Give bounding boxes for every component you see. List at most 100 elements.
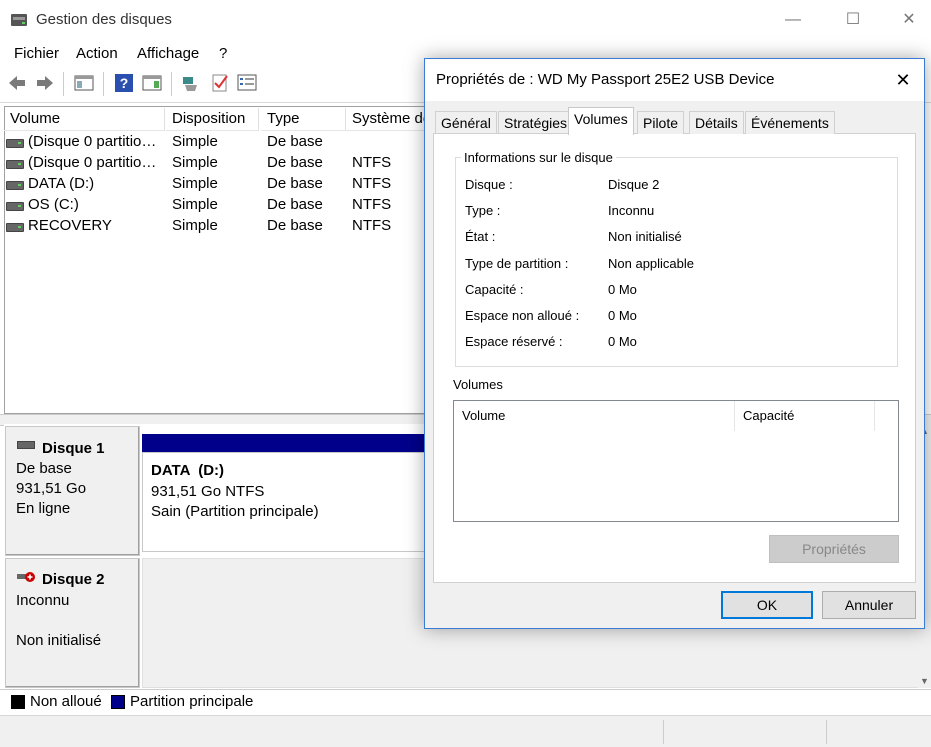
drive-icon bbox=[6, 223, 24, 232]
status-bar bbox=[0, 715, 931, 747]
partition-name: DATA (D:) bbox=[151, 462, 225, 479]
drive-icon bbox=[6, 139, 24, 148]
cell-volume: (Disque 0 partitio… bbox=[28, 154, 157, 171]
toolbar-separator bbox=[171, 72, 172, 96]
cell-filesystem: NTFS bbox=[352, 217, 392, 234]
cell-filesystem: NTFS bbox=[352, 196, 392, 213]
cell-filesystem: NTFS bbox=[352, 154, 392, 171]
prop-key-type: Type : bbox=[465, 203, 501, 218]
table-row[interactable]: (Disque 0 partitio… Simple De base NTFS bbox=[6, 154, 426, 175]
prop-value-etat: Non initialisé bbox=[608, 229, 682, 244]
volumes-header-capacity[interactable]: Capacité bbox=[735, 401, 875, 431]
menu-help[interactable]: ? bbox=[219, 45, 227, 62]
action-pane-icon[interactable] bbox=[142, 73, 162, 93]
menu-affichage[interactable]: Affichage bbox=[137, 45, 199, 62]
column-header-volume[interactable]: Volume bbox=[4, 108, 165, 131]
prop-key-etat: État : bbox=[465, 229, 496, 244]
help-icon[interactable]: ? bbox=[114, 73, 134, 93]
cell-volume: (Disque 0 partitio… bbox=[28, 133, 157, 150]
disk-1-status: En ligne bbox=[16, 500, 71, 517]
legend-swatch-unallocated bbox=[11, 695, 25, 709]
dialog-title: Propriétés de : WD My Passport 25E2 USB … bbox=[436, 71, 775, 88]
column-header-type[interactable]: Type bbox=[261, 108, 346, 131]
menu-fichier[interactable]: Fichier bbox=[14, 45, 59, 62]
check-icon[interactable] bbox=[210, 73, 230, 93]
cell-volume: RECOVERY bbox=[28, 217, 112, 234]
scroll-down-icon[interactable]: ▼ bbox=[918, 676, 931, 686]
maximize-button[interactable]: ☐ bbox=[830, 6, 876, 34]
cancel-button[interactable]: Annuler bbox=[822, 591, 916, 619]
prop-key-capacite: Capacité : bbox=[465, 282, 524, 297]
cell-volume: DATA (D:) bbox=[28, 175, 95, 192]
disk-management-icon bbox=[11, 14, 27, 26]
cell-disposition: Simple bbox=[172, 154, 218, 171]
partition-color-bar bbox=[142, 434, 426, 452]
cell-disposition: Simple bbox=[172, 175, 218, 192]
ok-button[interactable]: OK bbox=[721, 591, 813, 619]
connect-icon[interactable] bbox=[181, 73, 201, 93]
window-title: Gestion des disques bbox=[36, 11, 172, 28]
cell-disposition: Simple bbox=[172, 217, 218, 234]
disk-error-icon bbox=[17, 572, 35, 582]
minimize-button[interactable]: — bbox=[770, 6, 816, 34]
disk-2-name: Disque 2 bbox=[42, 571, 105, 588]
tab-volumes[interactable]: Volumes bbox=[568, 107, 634, 135]
prop-key-reserved: Espace réservé : bbox=[465, 334, 563, 349]
prop-value-capacite: 0 Mo bbox=[608, 282, 637, 297]
drive-icon bbox=[6, 160, 24, 169]
prop-key-unallocated: Espace non alloué : bbox=[465, 308, 580, 323]
table-row[interactable]: DATA (D:) Simple De base NTFS bbox=[6, 175, 426, 196]
prop-value-unallocated: 0 Mo bbox=[608, 308, 637, 323]
volumes-list[interactable]: Volume Capacité bbox=[453, 400, 899, 522]
forward-arrow-icon[interactable] bbox=[35, 73, 55, 93]
properties-icon[interactable] bbox=[237, 73, 257, 93]
partition-data-d[interactable]: DATA (D:) 931,51 Go NTFS Sain (Partition… bbox=[142, 452, 428, 552]
disk-1-size: 931,51 Go bbox=[16, 480, 87, 497]
table-row[interactable]: (Disque 0 partitio… Simple De base bbox=[6, 133, 426, 154]
console-tree-icon[interactable] bbox=[74, 73, 94, 93]
legend-label-unallocated: Non alloué bbox=[30, 693, 102, 710]
cell-filesystem: NTFS bbox=[352, 175, 392, 192]
cell-volume: OS (C:) bbox=[28, 196, 79, 213]
column-header-disposition[interactable]: Disposition bbox=[166, 108, 259, 131]
table-row[interactable]: RECOVERY Simple De base NTFS bbox=[6, 217, 426, 238]
disk-icon bbox=[17, 441, 35, 449]
volumes-label: Volumes bbox=[453, 377, 503, 392]
prop-value-disque: Disque 2 bbox=[608, 177, 660, 192]
partition-health: Sain (Partition principale) bbox=[151, 503, 319, 520]
drive-icon bbox=[6, 181, 24, 190]
cell-type: De base bbox=[267, 217, 323, 234]
disk-2-card[interactable]: Disque 2 Inconnu Non initialisé bbox=[5, 558, 140, 688]
back-arrow-icon[interactable] bbox=[7, 73, 27, 93]
cell-type: De base bbox=[267, 196, 323, 213]
legend-label-primary: Partition principale bbox=[130, 693, 254, 710]
volumes-header-volume[interactable]: Volume bbox=[454, 401, 735, 431]
tab-details[interactable]: Détails bbox=[689, 111, 744, 134]
tab-general[interactable]: Général bbox=[435, 111, 497, 134]
prop-value-reserved: 0 Mo bbox=[608, 334, 637, 349]
toolbar-separator bbox=[103, 72, 104, 96]
toolbar-separator bbox=[63, 72, 64, 96]
partition-size: 931,51 Go NTFS bbox=[151, 483, 265, 500]
tab-strategies[interactable]: Stratégies bbox=[498, 111, 574, 134]
disk-info-group-title: Informations sur le disque bbox=[461, 150, 616, 165]
disk-1-card[interactable]: Disque 1 De base 931,51 Go En ligne bbox=[5, 426, 140, 556]
disk-2-status: Non initialisé bbox=[16, 632, 102, 649]
cell-type: De base bbox=[267, 154, 323, 171]
column-header-filesystem[interactable]: Système de fichiers bbox=[346, 108, 425, 131]
table-row[interactable]: OS (C:) Simple De base NTFS bbox=[6, 196, 426, 217]
properties-dialog: Propriétés de : WD My Passport 25E2 USB … bbox=[424, 58, 925, 629]
cell-disposition: Simple bbox=[172, 133, 218, 150]
legend-swatch-primary bbox=[111, 695, 125, 709]
menu-action[interactable]: Action bbox=[76, 45, 118, 62]
disk-1-type: De base bbox=[16, 460, 72, 477]
disk-1-name: Disque 1 bbox=[42, 440, 105, 457]
prop-value-partition-type: Non applicable bbox=[608, 256, 695, 271]
dialog-close-button[interactable]: ✕ bbox=[883, 65, 923, 95]
volume-properties-button[interactable]: Propriétés bbox=[769, 535, 899, 563]
tab-pilote[interactable]: Pilote bbox=[637, 111, 685, 134]
close-button[interactable]: ✕ bbox=[886, 6, 931, 34]
prop-value-type: Inconnu bbox=[608, 203, 655, 218]
tab-evenements[interactable]: Événements bbox=[745, 111, 835, 134]
svg-text:?: ? bbox=[120, 75, 129, 91]
